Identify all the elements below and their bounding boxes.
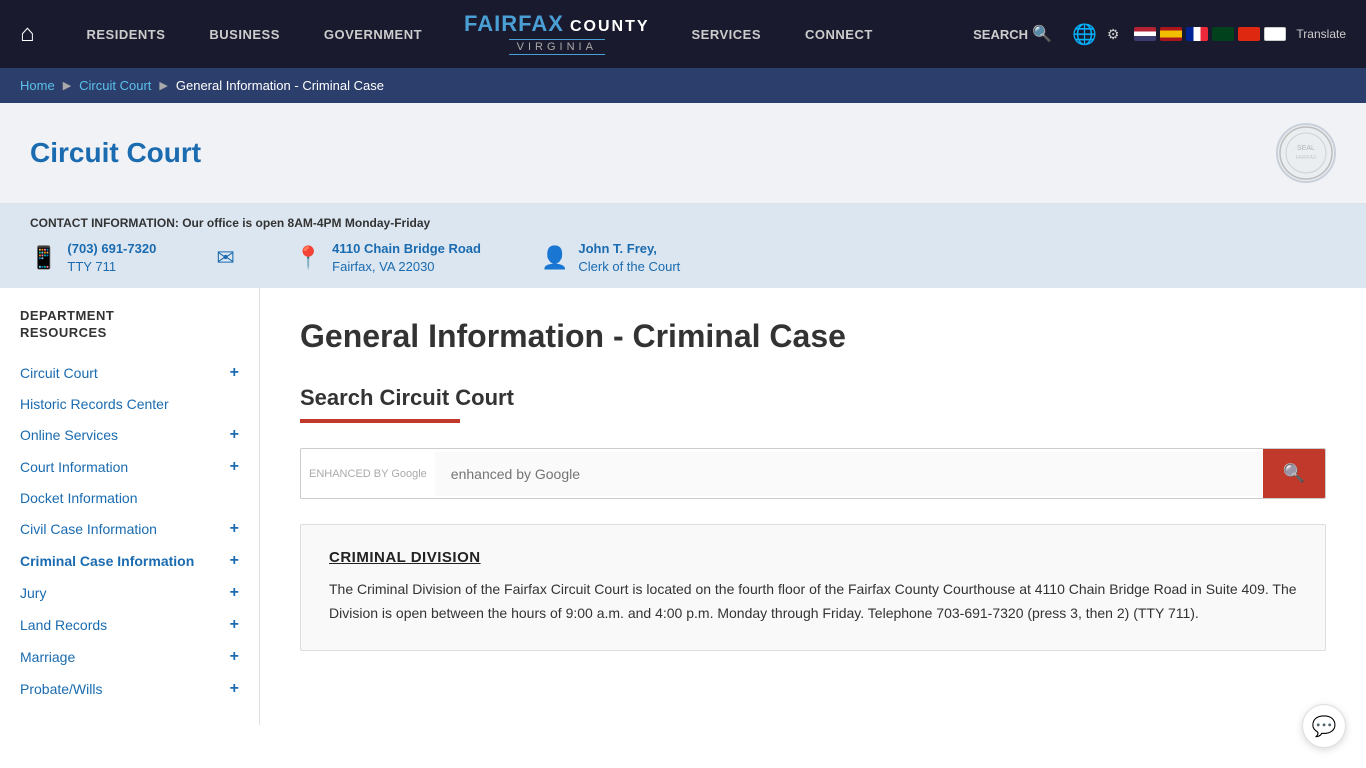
sidebar-item-court-information[interactable]: Court Information +	[0, 451, 259, 483]
sidebar-item-probate[interactable]: Probate/Wills +	[0, 673, 259, 705]
contact-address-text: 4110 Chain Bridge Road Fairfax, VA 22030	[332, 240, 481, 276]
search-label[interactable]: SEARCH 🔍	[973, 24, 1052, 44]
expand-icon: +	[230, 458, 239, 476]
location-icon: 📍	[295, 245, 322, 271]
home-icon[interactable]: ⌂	[20, 20, 35, 48]
flag-cn[interactable]	[1238, 27, 1260, 41]
flag-fr[interactable]	[1186, 27, 1208, 41]
flag-es[interactable]	[1160, 27, 1182, 41]
search-box: ENHANCED BY Google 🔍	[300, 448, 1326, 499]
breadcrumb-sep1: ▶	[63, 79, 71, 92]
contact-address: 📍 4110 Chain Bridge Road Fairfax, VA 220…	[295, 240, 481, 276]
nav-right: SEARCH 🔍 🌐 ⚙ Translate	[973, 22, 1346, 47]
expand-icon: +	[230, 364, 239, 382]
flag-kr[interactable]	[1264, 27, 1286, 41]
expand-icon: +	[230, 520, 239, 538]
sidebar-title: DEPARTMENTRESOURCES	[0, 308, 259, 357]
search-button-icon: 🔍	[1283, 463, 1305, 484]
flag-us[interactable]	[1134, 27, 1156, 41]
search-button[interactable]: 🔍	[1263, 449, 1325, 498]
nav-connect[interactable]: CONNECT	[783, 27, 895, 42]
sidebar-item-circuit-court[interactable]: Circuit Court +	[0, 357, 259, 389]
sidebar-item-marriage[interactable]: Marriage +	[0, 641, 259, 673]
email-icon: ✉	[216, 245, 234, 271]
expand-icon: +	[230, 680, 239, 698]
breadcrumb-home[interactable]: Home	[20, 78, 55, 93]
nav-residents[interactable]: RESIDENTS	[65, 27, 188, 42]
search-section-title: Search Circuit Court	[300, 385, 1326, 411]
contact-email[interactable]: ✉	[216, 245, 234, 271]
globe-icon[interactable]: 🌐	[1072, 22, 1097, 47]
contact-bar: CONTACT INFORMATION: Our office is open …	[0, 204, 1366, 288]
search-enhanced-label: ENHANCED BY Google	[301, 468, 435, 480]
gear-icon[interactable]: ⚙	[1107, 26, 1120, 43]
card-text: The Criminal Division of the Fairfax Cir…	[329, 578, 1297, 626]
nav-links: RESIDENTS BUSINESS GOVERNMENT FAIRFAX CO…	[65, 13, 974, 54]
contact-phone: 📱 (703) 691-7320 TTY 711	[30, 240, 156, 276]
brand-virginia: VIRGINIA	[509, 39, 605, 55]
brand-county: COUNTY	[570, 17, 650, 36]
sidebar-item-criminal-case[interactable]: Criminal Case Information +	[0, 545, 259, 577]
phone-icon: 📱	[30, 245, 57, 271]
sidebar-item-label: Land Records	[20, 617, 107, 633]
brand-logo: FAIRFAX COUNTY VIRGINIA	[444, 13, 669, 54]
sidebar-item-label: Marriage	[20, 649, 75, 665]
flag-pk[interactable]	[1212, 27, 1234, 41]
page-title: Circuit Court	[30, 137, 201, 169]
court-seal: SEAL FAIRFAX	[1276, 123, 1336, 183]
section-underline	[300, 419, 460, 423]
card-title: CRIMINAL DIVISION	[329, 549, 1297, 566]
search-icon: 🔍	[1032, 24, 1052, 44]
sidebar-item-label: Court Information	[20, 459, 128, 475]
breadcrumb-sep2: ▶	[159, 79, 167, 92]
svg-text:SEAL: SEAL	[1297, 145, 1315, 152]
sidebar-item-label: Civil Case Information	[20, 521, 157, 537]
contact-clerk: 👤 John T. Frey, Clerk of the Court	[541, 240, 680, 276]
flag-row	[1134, 27, 1286, 41]
top-navigation: ⌂ RESIDENTS BUSINESS GOVERNMENT FAIRFAX …	[0, 0, 1366, 68]
sidebar-item-label: Criminal Case Information	[20, 553, 194, 569]
content-page-title: General Information - Criminal Case	[300, 318, 1326, 355]
sidebar-item-land-records[interactable]: Land Records +	[0, 609, 259, 641]
search-input[interactable]	[435, 452, 1263, 496]
person-icon: 👤	[541, 245, 568, 271]
translate-label[interactable]: Translate	[1296, 27, 1346, 41]
main-layout: DEPARTMENTRESOURCES Circuit Court + Hist…	[0, 288, 1366, 725]
sidebar-item-label: Probate/Wills	[20, 681, 102, 697]
nav-business[interactable]: BUSINESS	[187, 27, 301, 42]
expand-icon: +	[230, 584, 239, 602]
contact-clerk-text: John T. Frey, Clerk of the Court	[578, 240, 680, 276]
criminal-division-card: CRIMINAL DIVISION The Criminal Division …	[300, 524, 1326, 651]
sidebar-item-label: Online Services	[20, 427, 118, 443]
contact-items: 📱 (703) 691-7320 TTY 711 ✉ 📍 4110 Chain …	[30, 240, 1336, 276]
chat-widget[interactable]: 💬	[1302, 704, 1346, 748]
sidebar-item-jury[interactable]: Jury +	[0, 577, 259, 609]
content-area: General Information - Criminal Case Sear…	[260, 288, 1366, 725]
brand-fairfax: FAIRFAX	[464, 13, 564, 35]
contact-note: CONTACT INFORMATION: Our office is open …	[30, 216, 1336, 230]
breadcrumb-current: General Information - Criminal Case	[176, 78, 384, 93]
sidebar: DEPARTMENTRESOURCES Circuit Court + Hist…	[0, 288, 260, 725]
nav-government[interactable]: GOVERNMENT	[302, 27, 444, 42]
sidebar-item-label: Docket Information	[20, 490, 138, 506]
expand-icon: +	[230, 648, 239, 666]
expand-icon: +	[230, 426, 239, 444]
sidebar-item-online-services[interactable]: Online Services +	[0, 419, 259, 451]
sidebar-item-label: Circuit Court	[20, 365, 98, 381]
breadcrumb: Home ▶ Circuit Court ▶ General Informati…	[0, 68, 1366, 103]
expand-icon: +	[230, 552, 239, 570]
expand-icon: +	[230, 616, 239, 634]
sidebar-item-civil-case[interactable]: Civil Case Information +	[0, 513, 259, 545]
sidebar-item-docket-information[interactable]: Docket Information	[0, 483, 259, 513]
page-header: Circuit Court SEAL FAIRFAX	[0, 103, 1366, 204]
breadcrumb-circuit-court[interactable]: Circuit Court	[79, 78, 151, 93]
contact-phone-text: (703) 691-7320 TTY 711	[67, 240, 156, 276]
sidebar-item-historic-records[interactable]: Historic Records Center	[0, 389, 259, 419]
sidebar-item-label: Jury	[20, 585, 46, 601]
sidebar-item-label: Historic Records Center	[20, 396, 169, 412]
nav-services[interactable]: SERVICES	[670, 27, 784, 42]
svg-text:FAIRFAX: FAIRFAX	[1296, 155, 1317, 161]
